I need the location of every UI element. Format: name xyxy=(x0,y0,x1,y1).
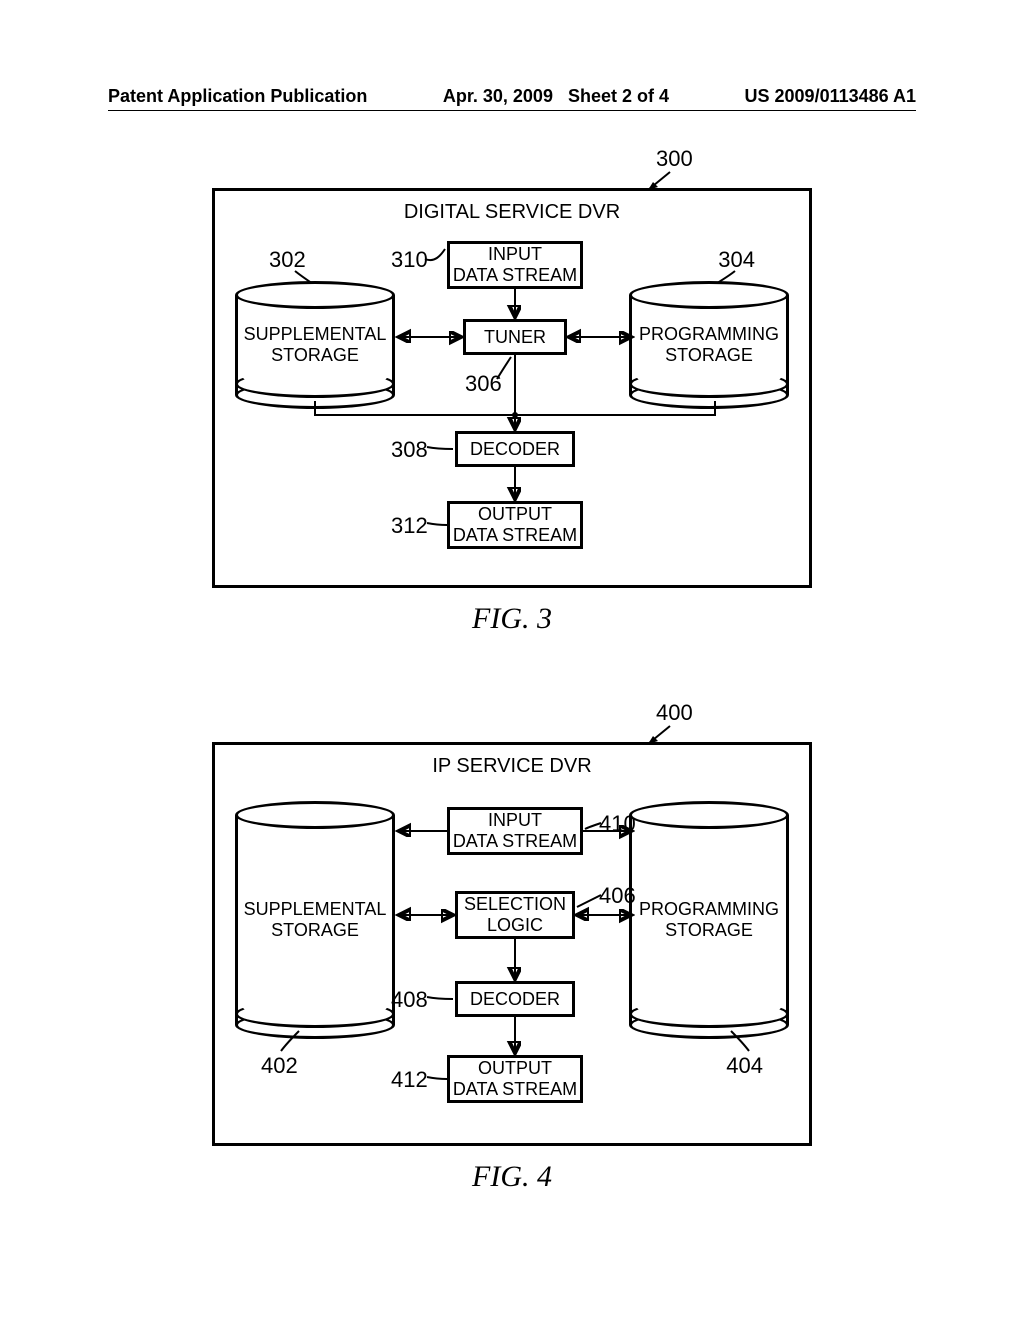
supplemental-storage-cylinder: SUPPLEMENTAL STORAGE xyxy=(235,281,395,409)
ref-312: 312 xyxy=(391,513,428,539)
decoder-block: DECODER xyxy=(455,981,575,1017)
ref-406: 406 xyxy=(599,883,636,909)
ref-302: 302 xyxy=(269,247,306,273)
ref-404: 404 xyxy=(726,1053,763,1079)
ref-400: 400 xyxy=(656,700,693,726)
programming-storage-cylinder: PROGRAMMING STORAGE xyxy=(629,281,789,409)
output-block: OUTPUT DATA STREAM xyxy=(447,1055,583,1103)
output-block: OUTPUT DATA STREAM xyxy=(447,501,583,549)
header-rule xyxy=(108,110,916,111)
ref-402: 402 xyxy=(261,1053,298,1079)
figure-4: 400 IP SERVICE DVR SUPPLEMENTAL STORAGE … xyxy=(0,694,1024,1194)
pub-type: Patent Application Publication xyxy=(108,86,367,107)
ref-300: 300 xyxy=(656,146,693,172)
ref-304: 304 xyxy=(718,247,755,273)
fig4-caption: FIG. 4 xyxy=(0,1160,1024,1194)
ref-408: 408 xyxy=(391,987,428,1013)
selection-logic-block: SELECTION LOGIC xyxy=(455,891,575,939)
pub-number: US 2009/0113486 A1 xyxy=(745,86,916,107)
ref-306: 306 xyxy=(465,371,502,397)
decoder-block: DECODER xyxy=(455,431,575,467)
tuner-block: TUNER xyxy=(463,319,567,355)
ref-308: 308 xyxy=(391,437,428,463)
box-title: IP SERVICE DVR xyxy=(215,745,809,784)
fig3-caption: FIG. 3 xyxy=(0,602,1024,636)
supplemental-storage-label: SUPPLEMENTAL STORAGE xyxy=(244,899,387,940)
programming-storage-label: PROGRAMMING STORAGE xyxy=(639,324,779,365)
figure-3: 300 DIGITAL SERVICE DVR SUPPLEMENTAL STO… xyxy=(0,140,1024,636)
supplemental-storage-cylinder: SUPPLEMENTAL STORAGE xyxy=(235,801,395,1039)
page-header: Patent Application Publication Apr. 30, … xyxy=(0,86,1024,107)
pub-date-sheet: Apr. 30, 2009 Sheet 2 of 4 xyxy=(443,86,669,107)
programming-storage-cylinder: PROGRAMMING STORAGE xyxy=(629,801,789,1039)
supplemental-storage-label: SUPPLEMENTAL STORAGE xyxy=(244,324,387,365)
ref-310: 310 xyxy=(391,247,428,273)
input-block: INPUT DATA STREAM xyxy=(447,807,583,855)
ref-412: 412 xyxy=(391,1067,428,1093)
digital-service-dvr-box: DIGITAL SERVICE DVR SUPPLEMENTAL STORAGE… xyxy=(212,188,812,588)
ip-service-dvr-box: IP SERVICE DVR SUPPLEMENTAL STORAGE 402 … xyxy=(212,742,812,1146)
box-title: DIGITAL SERVICE DVR xyxy=(215,191,809,230)
input-block: INPUT DATA STREAM xyxy=(447,241,583,289)
programming-storage-label: PROGRAMMING STORAGE xyxy=(639,899,779,940)
